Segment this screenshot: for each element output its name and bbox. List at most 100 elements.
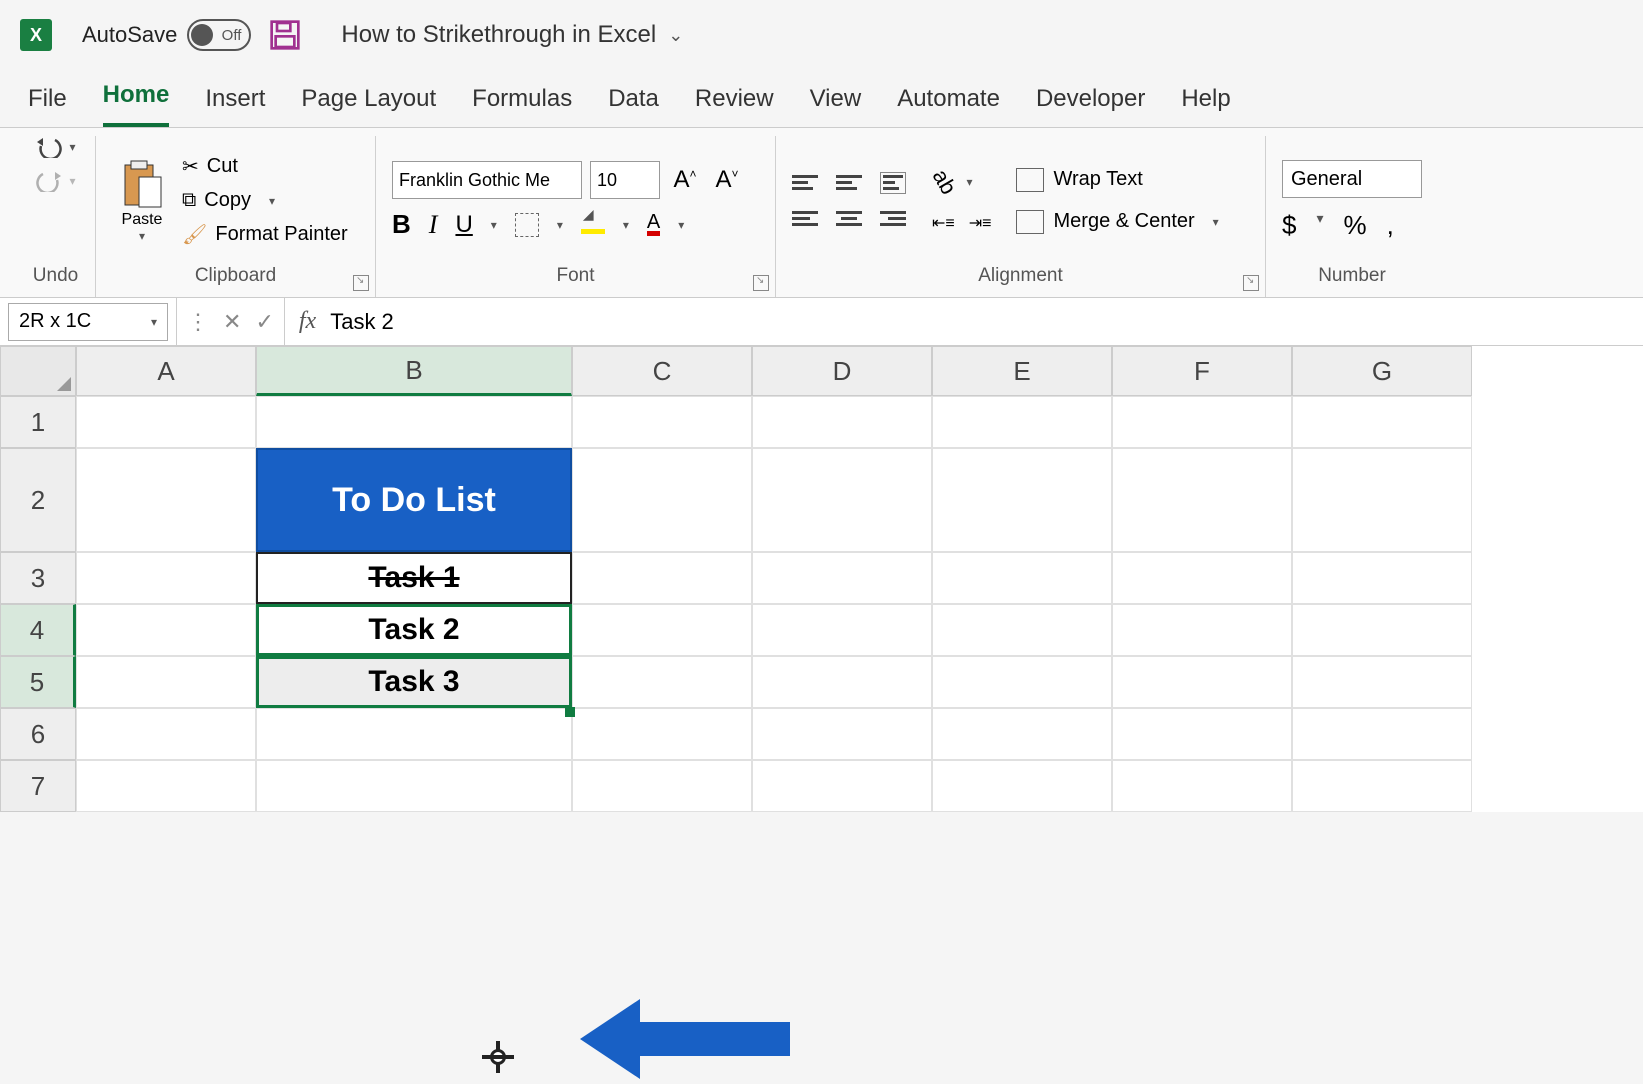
comma-button[interactable]: , xyxy=(1387,210,1394,241)
cell-c1[interactable] xyxy=(572,396,752,448)
document-title[interactable]: How to Strikethrough in Excel xyxy=(341,21,656,49)
percent-button[interactable]: % xyxy=(1344,210,1367,241)
wrap-text-button[interactable]: Wrap Text xyxy=(1016,168,1219,192)
font-launcher[interactable] xyxy=(753,275,769,291)
autosave-toggle[interactable]: Off xyxy=(187,19,251,51)
row-header-5[interactable]: 5 xyxy=(0,656,76,708)
select-all-corner[interactable] xyxy=(0,346,76,396)
cancel-formula-button[interactable]: ✕ xyxy=(223,309,241,335)
align-center-button[interactable] xyxy=(836,208,862,230)
tab-insert[interactable]: Insert xyxy=(205,85,265,127)
cell-b4[interactable]: Task 2 xyxy=(256,604,572,656)
row-header-7[interactable]: 7 xyxy=(0,760,76,812)
decrease-font-button[interactable]: A˅ xyxy=(710,166,744,194)
undo-button[interactable]: ▾ xyxy=(35,136,75,158)
orientation-button[interactable]: ab xyxy=(927,164,962,198)
col-header-b[interactable]: B xyxy=(256,346,572,396)
col-header-f[interactable]: F xyxy=(1112,346,1292,396)
row-header-2[interactable]: 2 xyxy=(0,448,76,552)
align-right-button[interactable] xyxy=(880,208,906,230)
tab-file[interactable]: File xyxy=(28,85,67,127)
tab-help[interactable]: Help xyxy=(1181,85,1230,127)
font-size-select[interactable] xyxy=(590,161,660,199)
alignment-launcher[interactable] xyxy=(1243,275,1259,291)
col-header-a[interactable]: A xyxy=(76,346,256,396)
clipboard-launcher[interactable] xyxy=(353,275,369,291)
clipboard-icon xyxy=(121,159,163,211)
align-bottom-button[interactable] xyxy=(880,172,906,194)
tab-view[interactable]: View xyxy=(810,85,862,127)
font-color-button[interactable]: A xyxy=(647,213,660,236)
formula-options-icon[interactable]: ⋮ xyxy=(187,309,209,335)
row-header-4[interactable]: 4 xyxy=(0,604,76,656)
group-label-clipboard: Clipboard xyxy=(112,265,359,291)
col-header-g[interactable]: G xyxy=(1292,346,1472,396)
decrease-indent-button[interactable]: ⇤≡ xyxy=(932,213,955,233)
worksheet: A B C D E F G 1 2 To Do List 3 Task 1 4 xyxy=(0,346,1643,812)
scissors-icon: ✂ xyxy=(182,154,199,179)
align-top-button[interactable] xyxy=(792,172,818,194)
row-header-1[interactable]: 1 xyxy=(0,396,76,448)
cell-a1[interactable] xyxy=(76,396,256,448)
merge-center-button[interactable]: Merge & Center▾ xyxy=(1016,210,1219,234)
tab-page-layout[interactable]: Page Layout xyxy=(301,85,436,127)
paintbrush-icon: 🖌 xyxy=(182,222,207,247)
excel-app-icon: X xyxy=(20,19,52,51)
cell-cursor-icon xyxy=(482,1041,514,1073)
name-box[interactable]: 2R x 1C▾ xyxy=(8,303,168,341)
bold-button[interactable]: B xyxy=(392,209,411,240)
wrap-text-icon xyxy=(1016,168,1044,192)
tab-data[interactable]: Data xyxy=(608,85,659,127)
title-bar: X AutoSave Off How to Strikethrough in E… xyxy=(0,0,1643,70)
group-label-alignment: Alignment xyxy=(792,265,1249,291)
group-label-undo: Undo xyxy=(32,265,79,291)
formula-value[interactable]: Task 2 xyxy=(330,309,394,335)
number-format-select[interactable] xyxy=(1282,160,1422,198)
align-left-button[interactable] xyxy=(792,208,818,230)
col-header-c[interactable]: C xyxy=(572,346,752,396)
fx-icon[interactable]: fx xyxy=(299,308,316,335)
col-header-e[interactable]: E xyxy=(932,346,1112,396)
increase-indent-button[interactable]: ⇥≡ xyxy=(969,213,992,233)
row-header-6[interactable]: 6 xyxy=(0,708,76,760)
group-undo: ▾ ▾ Undo xyxy=(16,136,96,297)
underline-button[interactable]: U xyxy=(455,211,472,239)
group-font: A˄ A˅ B I U▾ ▾ ▾ A▾ Font xyxy=(376,136,776,297)
cell-b2[interactable]: To Do List xyxy=(256,448,572,552)
tab-home[interactable]: Home xyxy=(103,81,170,127)
copy-button[interactable]: ⧉Copy▾ xyxy=(182,189,348,212)
tab-formulas[interactable]: Formulas xyxy=(472,85,572,127)
enter-formula-button[interactable]: ✓ xyxy=(255,309,273,335)
italic-button[interactable]: I xyxy=(429,210,438,240)
cell-b5[interactable]: Task 3 xyxy=(256,656,572,708)
redo-button[interactable]: ▾ xyxy=(35,170,75,192)
group-label-number: Number xyxy=(1282,265,1422,291)
cell-a2[interactable] xyxy=(76,448,256,552)
format-painter-button[interactable]: 🖌Format Painter xyxy=(182,222,348,247)
cut-button[interactable]: ✂Cut xyxy=(182,154,348,179)
tab-developer[interactable]: Developer xyxy=(1036,85,1145,127)
tab-review[interactable]: Review xyxy=(695,85,774,127)
merge-icon xyxy=(1016,210,1044,234)
borders-button[interactable] xyxy=(515,213,539,237)
tab-automate[interactable]: Automate xyxy=(897,85,1000,127)
ribbon-tabs: File Home Insert Page Layout Formulas Da… xyxy=(0,70,1643,128)
col-header-d[interactable]: D xyxy=(752,346,932,396)
copy-icon: ⧉ xyxy=(182,189,196,212)
increase-font-button[interactable]: A˄ xyxy=(668,166,702,194)
group-alignment: ab▾ ⇤≡ ⇥≡ Wrap Text Merge & Center▾ Alig… xyxy=(776,136,1266,297)
align-middle-button[interactable] xyxy=(836,172,862,194)
chevron-down-icon[interactable]: ⌄ xyxy=(668,25,683,46)
selection-handle[interactable] xyxy=(565,707,575,717)
group-clipboard: Paste ▾ ✂Cut ⧉Copy▾ 🖌Format Painter Clip… xyxy=(96,136,376,297)
fill-color-button[interactable] xyxy=(581,216,605,234)
row-header-3[interactable]: 3 xyxy=(0,552,76,604)
cell-b3[interactable]: Task 1 xyxy=(256,552,572,604)
ribbon: ▾ ▾ Undo Paste ▾ ✂Cut ⧉Copy▾ 🖌Format Pai… xyxy=(0,128,1643,298)
currency-button[interactable]: $ xyxy=(1282,210,1296,241)
cell-b1[interactable] xyxy=(256,396,572,448)
font-name-select[interactable] xyxy=(392,161,582,199)
save-icon[interactable] xyxy=(269,19,301,51)
group-number: $▾ % , Number xyxy=(1266,136,1438,297)
paste-button[interactable]: Paste ▾ xyxy=(112,159,172,243)
